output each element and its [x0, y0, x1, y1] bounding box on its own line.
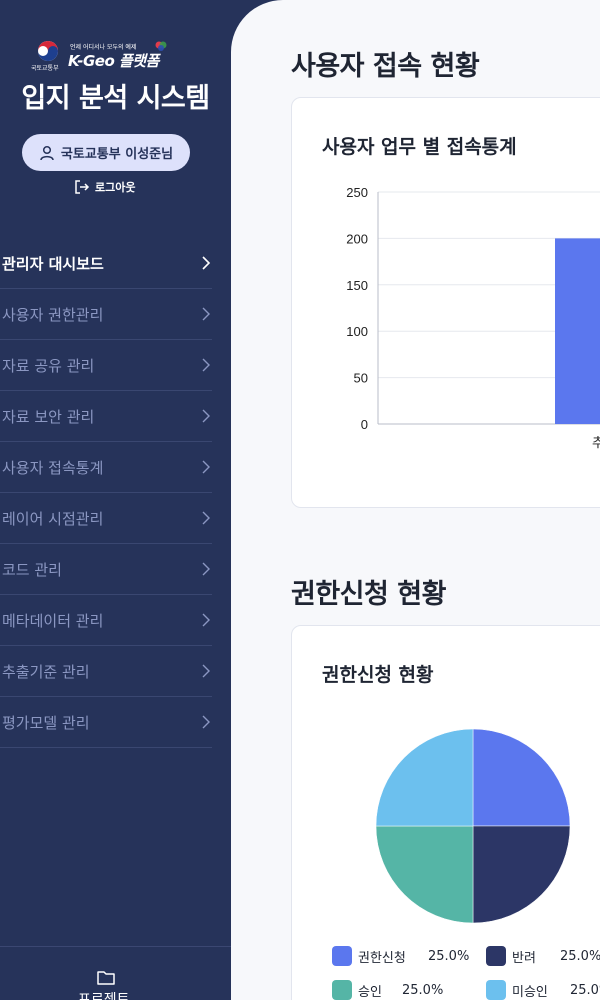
chevron-right-icon: [202, 664, 210, 678]
chevron-right-icon: [202, 358, 210, 372]
user-icon: [40, 145, 54, 160]
nav-item-data-security[interactable]: 자료 보안 관리: [0, 391, 212, 442]
x-tick-label: 추출: [592, 436, 600, 451]
nav-item-code[interactable]: 코드 관리: [0, 544, 212, 595]
nav-item-label: 자료 보안 관리: [2, 407, 95, 426]
nav-item-admin-dashboard[interactable]: 관리자 대시보드: [0, 238, 212, 289]
nav-item-label: 추출기준 관리: [2, 662, 90, 681]
pie-slice: [472, 728, 571, 827]
nav-item-label: 메타데이터 관리: [2, 611, 104, 630]
pie-slice: [375, 728, 474, 827]
legend-item[interactable]: 미승인 25.0%: [486, 980, 600, 1000]
nav-item-label: 코드 관리: [2, 560, 62, 579]
y-tick-label: 250: [346, 185, 368, 200]
chevron-right-icon: [202, 256, 211, 270]
legend-name: 미승인: [512, 984, 548, 1000]
user-profile-chip[interactable]: 국토교통부 이성준님: [22, 134, 190, 171]
chevron-right-icon: [202, 562, 210, 576]
chevron-right-icon: [202, 307, 210, 321]
legend-name: 권한신청: [358, 950, 406, 966]
nav-item-label: 관리자 대시보드: [2, 254, 104, 273]
legend-name: 반려: [512, 950, 536, 966]
legend-swatch: [486, 980, 506, 1000]
nav-item-extraction-criteria[interactable]: 추출기준 관리: [0, 646, 212, 697]
ministry-label: 국토교통부: [31, 65, 59, 72]
legend-value: 25.0%: [428, 948, 470, 964]
main-content: 사용자 접속 현황 사용자 업무 별 접속통계 0 50 100 150 200 250 추…: [231, 0, 600, 1000]
chevron-right-icon: [202, 715, 210, 729]
chevron-right-icon: [202, 613, 210, 627]
nav-item-label: 자료 공유 관리: [2, 356, 95, 375]
nav-item-evaluation-model[interactable]: 평가모델 관리: [0, 697, 212, 748]
access-section-title: 사용자 접속 현황: [291, 51, 480, 82]
chevron-right-icon: [202, 511, 210, 525]
y-tick-label: 0: [361, 417, 368, 432]
legend-name: 승인: [358, 984, 382, 1000]
legend-item[interactable]: 반려 25.0%: [486, 946, 600, 966]
legend-swatch: [332, 980, 352, 1000]
legend-swatch: [332, 946, 352, 966]
government-emblem-icon: [38, 41, 58, 61]
legend-swatch: [486, 946, 506, 966]
legend-value: 25.0%: [570, 982, 600, 998]
nav-item-label: 레이어 시점관리: [2, 509, 104, 528]
nav-item-access-stats[interactable]: 사용자 접속통계: [0, 442, 212, 493]
user-name: 국토교통부 이성준님: [60, 147, 174, 162]
bottom-tab-bar: 프로젝트: [0, 946, 231, 1000]
bar: [555, 238, 600, 424]
nav-item-metadata[interactable]: 메타데이터 관리: [0, 595, 212, 646]
legend-value: 25.0%: [402, 982, 444, 998]
nav-item-user-permission[interactable]: 사용자 권한관리: [0, 289, 212, 340]
chevron-right-icon: [202, 409, 210, 423]
platform-logo: K-Geo 플랫폼: [68, 52, 159, 70]
legend-item[interactable]: 승인 25.0%: [332, 980, 443, 1000]
y-tick-label: 150: [346, 278, 368, 293]
pie-slice: [472, 825, 571, 924]
nav-item-data-sharing[interactable]: 자료 공유 관리: [0, 340, 212, 391]
permission-pie-chart: [375, 728, 571, 924]
y-tick-label: 50: [354, 371, 368, 386]
nav-item-label: 사용자 접속통계: [2, 458, 104, 477]
permission-card: 권한신청 현황 권한신청25.0%반려25.0%승인25.0%미승인25.0%: [291, 625, 600, 1000]
access-bar-chart: 0 50 100 150 200 250 추출: [346, 185, 600, 451]
pie-slice: [375, 825, 474, 924]
nav-item-layer-timepoint[interactable]: 레이어 시점관리: [0, 493, 212, 544]
y-tick-label: 200: [346, 231, 368, 246]
sidebar-nav: 관리자 대시보드 사용자 권한관리 자료 공유 관리 자료 보안 관리 사용자 …: [0, 238, 212, 748]
logout-icon: [75, 180, 90, 194]
legend-item[interactable]: 권한신청 25.0%: [332, 946, 469, 966]
y-tick-label: 100: [346, 324, 368, 339]
sidebar: 국토교통부 언제 어디서나 모두의 예제 K-Geo 플랫폼 입지 분석 시스템…: [0, 0, 231, 1000]
nav-item-label: 사용자 권한관리: [2, 305, 104, 324]
chevron-right-icon: [202, 460, 210, 474]
platform-mark-icon: [155, 41, 167, 51]
logout-button[interactable]: 로그아웃: [73, 178, 135, 196]
tab-projects[interactable]: 프로젝트: [78, 989, 130, 1000]
app-title: 입지 분석 시스템: [21, 83, 210, 114]
legend-value: 25.0%: [560, 948, 600, 964]
folder-icon[interactable]: [96, 969, 116, 987]
logout-label: 로그아웃: [95, 181, 136, 194]
nav-item-label: 평가모델 관리: [2, 713, 90, 732]
access-stats-card: 사용자 업무 별 접속통계 050100150200250추출: [291, 97, 600, 508]
permission-section-title: 권한신청 현황: [291, 579, 446, 610]
